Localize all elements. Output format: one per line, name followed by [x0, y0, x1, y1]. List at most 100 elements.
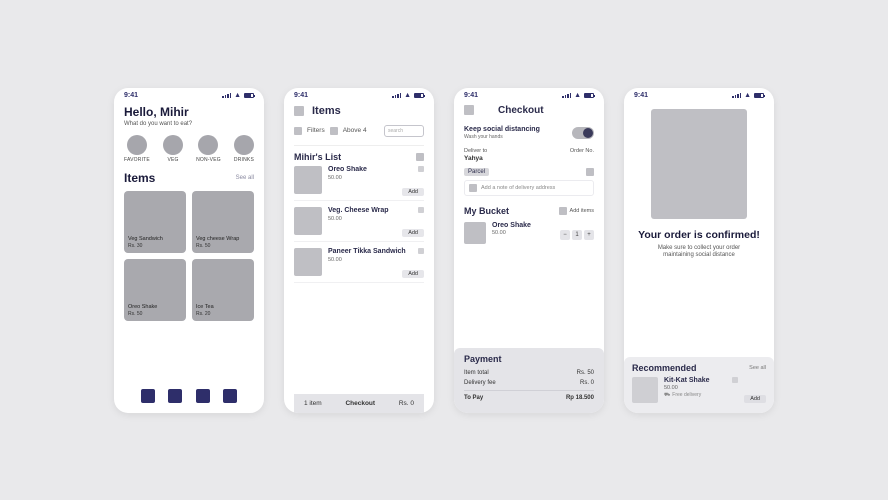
item-name: Paneer Tikka Sandwich: [328, 248, 424, 255]
fav-icon[interactable]: [418, 248, 424, 254]
bucket-item: Oreo Shake 50.00 − 1 +: [464, 222, 594, 244]
filters-label[interactable]: Filters: [307, 127, 325, 134]
quantity-stepper: − 1 +: [560, 230, 594, 244]
above4-label[interactable]: Above 4: [343, 127, 367, 134]
checkout-bar[interactable]: 1 item Checkout Rs. 0: [294, 394, 424, 413]
parcel-badge: Parcel: [464, 168, 489, 176]
screen-confirmed: 9:41 ▲ Your order is confirmed! Make sur…: [624, 88, 774, 413]
checkout-title: Checkout: [498, 105, 544, 116]
item-card[interactable]: Ice TeaRs. 20: [192, 259, 254, 321]
status-bar: 9:41 ▲: [454, 88, 604, 101]
signal-icon: [392, 93, 401, 98]
deliver-name: Yahya: [464, 155, 487, 162]
category-label: FAVORITE: [124, 157, 150, 163]
signal-icon: [562, 93, 571, 98]
checkout-button[interactable]: Checkout: [345, 400, 375, 407]
category-veg[interactable]: VEG: [163, 135, 183, 163]
list-options-icon[interactable]: [416, 153, 424, 161]
tab-item[interactable]: [196, 389, 210, 403]
items-title: Items: [312, 105, 341, 117]
status-indicators: ▲: [222, 92, 254, 99]
wifi-icon: ▲: [234, 92, 241, 99]
signal-icon: [732, 93, 741, 98]
item-card[interactable]: Veg cheese WrapRs. 50: [192, 191, 254, 253]
delivery-badge: ⛟ Free delivery: [664, 392, 738, 399]
pay-total-label: To Pay: [464, 395, 483, 401]
item-price: 50.00: [328, 257, 424, 263]
category-favorite[interactable]: FAVORITE: [124, 135, 150, 163]
back-icon[interactable]: [464, 105, 474, 115]
fav-icon[interactable]: [418, 207, 424, 213]
category-label: VEG: [167, 157, 178, 163]
battery-icon: [244, 93, 254, 98]
bucket-title: My Bucket: [464, 206, 509, 216]
add-button[interactable]: Add: [402, 270, 424, 278]
status-time: 9:41: [464, 92, 478, 99]
see-all-link[interactable]: See all: [749, 365, 766, 371]
pay-line-label: Delivery fee: [464, 380, 496, 386]
item-price: 50.00: [664, 385, 738, 391]
social-title: Keep social distancing: [464, 126, 540, 133]
fav-icon[interactable]: [418, 166, 424, 172]
item-name: Veg cheese Wrap: [196, 236, 239, 242]
category-row: FAVORITE VEG NON-VEG DRINKS: [124, 135, 254, 163]
list-item: Oreo Shake 50.00 Add: [294, 166, 424, 201]
category-icon: [127, 135, 147, 155]
status-indicators: ▲: [562, 92, 594, 99]
qty-decrease[interactable]: −: [560, 230, 570, 240]
item-card[interactable]: Oreo ShakeRs. 50: [124, 259, 186, 321]
item-name: Ice Tea: [196, 304, 214, 310]
item-thumb: [464, 222, 486, 244]
item-card[interactable]: Veg SandwichRs. 30: [124, 191, 186, 253]
add-button[interactable]: Add: [402, 188, 424, 196]
item-name: Veg Sandwich: [128, 236, 163, 242]
cart-count: 1 item: [304, 400, 322, 407]
confirmation-image: [651, 109, 747, 219]
status-bar: 9:41 ▲: [624, 88, 774, 101]
edit-address-icon[interactable]: [586, 168, 594, 176]
social-toggle[interactable]: [572, 127, 594, 139]
add-button[interactable]: Add: [402, 229, 424, 237]
tab-item[interactable]: [223, 389, 237, 403]
greeting: Hello, Mihir: [124, 105, 254, 119]
category-nonveg[interactable]: NON-VEG: [196, 135, 221, 163]
category-drinks[interactable]: DRINKS: [234, 135, 254, 163]
fav-icon[interactable]: [732, 377, 738, 383]
note-icon: [469, 184, 477, 192]
recommended-item: Kit-Kat Shake 50.00 ⛟ Free delivery Add: [632, 377, 766, 403]
phones-row: 9:41 ▲ Hello, Mihir What do you want to …: [114, 88, 774, 413]
see-all-link[interactable]: See all: [236, 175, 254, 181]
tab-item[interactable]: [141, 389, 155, 403]
category-icon: [163, 135, 183, 155]
note-input[interactable]: Add a note of delivery address: [464, 180, 594, 196]
wifi-icon: ▲: [404, 92, 411, 99]
add-button[interactable]: Add: [744, 395, 766, 403]
battery-icon: [754, 93, 764, 98]
item-thumb: [294, 166, 322, 194]
category-icon: [198, 135, 218, 155]
social-sub: Wash your hands: [464, 134, 540, 140]
order-no-label: Order No.: [570, 148, 594, 154]
qty-increase[interactable]: +: [584, 230, 594, 240]
search-placeholder: search: [388, 128, 403, 134]
payment-title: Payment: [464, 354, 594, 364]
battery-icon: [584, 93, 594, 98]
wifi-icon: ▲: [744, 92, 751, 99]
status-bar: 9:41 ▲: [284, 88, 434, 101]
item-price: 50.00: [328, 175, 424, 181]
search-input[interactable]: search: [384, 125, 424, 137]
status-bar: 9:41 ▲: [114, 88, 264, 101]
item-price: Rs. 30: [128, 243, 163, 249]
item-price: 50.00: [328, 216, 424, 222]
category-icon: [234, 135, 254, 155]
cart-total: Rs. 0: [399, 400, 414, 407]
filter-icon[interactable]: [294, 127, 302, 135]
tab-item[interactable]: [168, 389, 182, 403]
screen-checkout: 9:41 ▲ Checkout Keep social distancing W…: [454, 88, 604, 413]
screen-items: 9:41 ▲ Items Filters Above 4 search Mihi…: [284, 88, 434, 413]
above4-icon[interactable]: [330, 127, 338, 135]
deliver-to-label: Deliver to: [464, 148, 487, 154]
add-items-button[interactable]: Add items: [559, 207, 594, 215]
back-icon[interactable]: [294, 106, 304, 116]
recommended-block: Recommended See all Kit-Kat Shake 50.00 …: [624, 357, 774, 413]
